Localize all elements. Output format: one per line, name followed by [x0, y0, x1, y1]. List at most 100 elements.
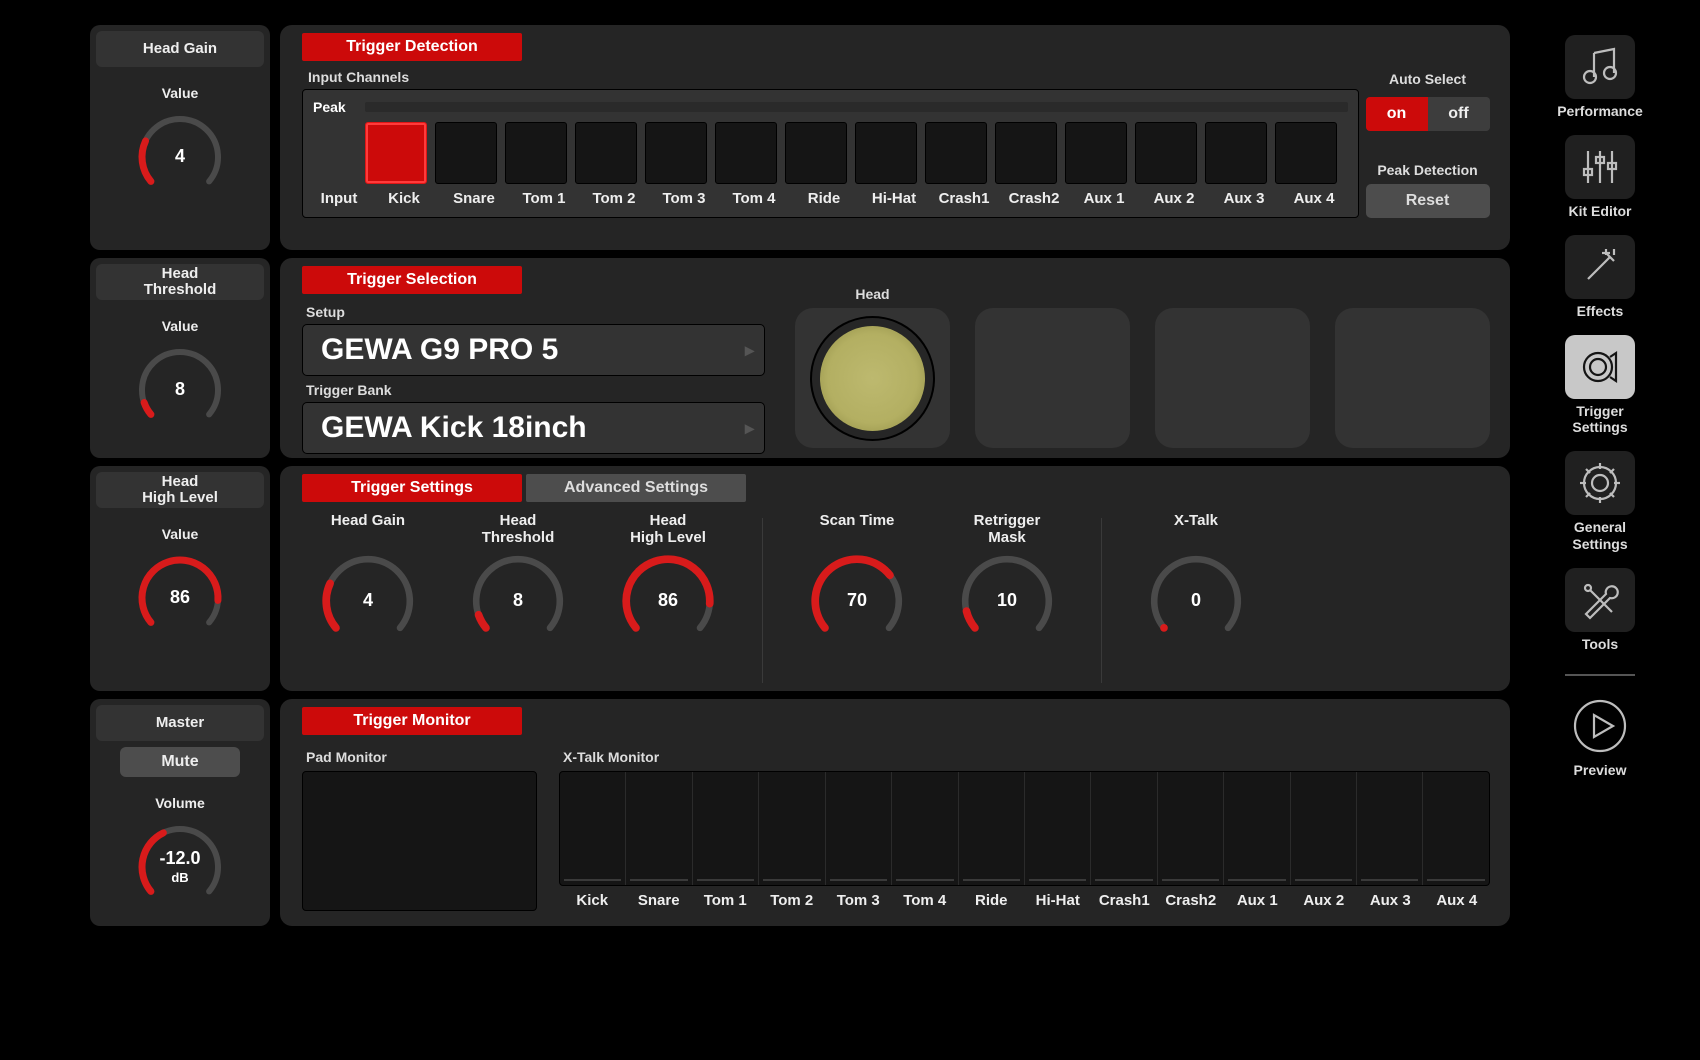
channel-cell[interactable]	[1205, 122, 1267, 184]
xtalk-cell	[1224, 772, 1290, 885]
xtalk-channel-label: Crash2	[1158, 892, 1225, 909]
left-column: Head Gain Value 4 Head Threshold Value 8…	[90, 25, 270, 985]
auto-select-off[interactable]: off	[1428, 97, 1490, 131]
panel-trigger-detection: Trigger Detection Input Channels Peak In…	[280, 25, 1510, 250]
pad-monitor-label: Pad Monitor	[306, 749, 537, 765]
panel-title: Head High Level	[96, 472, 264, 508]
xtalk-cell	[892, 772, 958, 885]
auto-select-on[interactable]: on	[1366, 97, 1428, 131]
channel-cell[interactable]	[995, 122, 1057, 184]
xtalk-channel-label: Aux 4	[1424, 892, 1491, 909]
xtalk-channel-label: Kick	[559, 892, 626, 909]
channel-cell[interactable]	[435, 122, 497, 184]
wand-icon	[1565, 235, 1635, 299]
nav-effects[interactable]: Effects	[1530, 235, 1670, 319]
nav-trigger-settings[interactable]: Trigger Settings	[1530, 335, 1670, 435]
panel-title: Head Gain	[96, 31, 264, 67]
channel-label: Tom 3	[653, 190, 715, 207]
tab-trigger-settings[interactable]: Trigger Settings	[302, 474, 522, 502]
knob-label: Head High Level	[630, 512, 706, 546]
knob-head-high-level[interactable]: 86	[96, 548, 264, 648]
knob-label: Scan Time	[820, 512, 895, 546]
knob-head-threshold[interactable]: 8	[463, 546, 573, 656]
channel-cell[interactable]	[715, 122, 777, 184]
channel-cell[interactable]	[785, 122, 847, 184]
pad-slot-empty[interactable]	[975, 308, 1130, 448]
knob-head-high-level[interactable]: 86	[613, 546, 723, 656]
drum-trigger-icon	[1565, 335, 1635, 399]
trigger-bank-value: GEWA Kick 18inch	[321, 411, 587, 445]
pad-slot-empty[interactable]	[1335, 308, 1490, 448]
knob-xtalk[interactable]: 0	[1141, 546, 1251, 656]
knob-head-gain[interactable]: 4	[313, 546, 423, 656]
knob-label: Retrigger Mask	[974, 512, 1041, 546]
knob-retrigger-mask[interactable]: 10	[952, 546, 1062, 656]
tools-icon	[1565, 568, 1635, 632]
channel-cell[interactable]	[505, 122, 567, 184]
xtalk-channel-label: Tom 3	[825, 892, 892, 909]
channel-label: Tom 2	[583, 190, 645, 207]
nav-preview[interactable]: Preview	[1530, 694, 1670, 778]
nav-general-settings[interactable]: General Settings	[1530, 451, 1670, 551]
reset-button[interactable]: Reset	[1366, 184, 1490, 218]
knob-scan-time[interactable]: 70	[802, 546, 912, 656]
pad-slot-empty[interactable]	[1155, 308, 1310, 448]
channel-cell[interactable]	[1275, 122, 1337, 184]
peak-label: Peak	[313, 99, 361, 115]
xtalk-cell	[1025, 772, 1091, 885]
panel-trigger-selection: Trigger Selection Setup GEWA G9 PRO 5 ▸ …	[280, 258, 1510, 458]
panel-title: Head Threshold	[96, 264, 264, 300]
chevron-right-icon: ▸	[745, 418, 754, 439]
drumhead-icon	[820, 326, 925, 431]
knob-label: Head Gain	[331, 512, 405, 546]
channel-cell[interactable]	[645, 122, 707, 184]
knob-label: X-Talk	[1174, 512, 1218, 546]
auto-select-toggle[interactable]: on off	[1366, 97, 1490, 131]
trigger-bank-label: Trigger Bank	[306, 382, 765, 398]
auto-select-label: Auto Select	[1389, 71, 1466, 87]
setup-select[interactable]: GEWA G9 PRO 5 ▸	[302, 324, 765, 376]
knob-head-threshold[interactable]: 8	[96, 340, 264, 440]
nav-tools[interactable]: Tools	[1530, 568, 1670, 652]
trigger-bank-select[interactable]: GEWA Kick 18inch ▸	[302, 402, 765, 454]
xtalk-cell	[626, 772, 692, 885]
xtalk-cell	[1357, 772, 1423, 885]
xtalk-cell	[1091, 772, 1157, 885]
panel-trigger-settings: Trigger Settings Advanced Settings Head …	[280, 466, 1510, 691]
channel-cell[interactable]	[1065, 122, 1127, 184]
channel-label: Kick	[373, 190, 435, 207]
xtalk-cell	[759, 772, 825, 885]
channel-cell[interactable]	[855, 122, 917, 184]
channel-cell[interactable]	[925, 122, 987, 184]
channel-cell[interactable]	[1135, 122, 1197, 184]
channel-label: Snare	[443, 190, 505, 207]
channel-label: Hi-Hat	[863, 190, 925, 207]
channel-cell[interactable]	[365, 122, 427, 184]
knob-head-gain[interactable]: 4	[96, 107, 264, 207]
xtalk-cell	[959, 772, 1025, 885]
xtalk-channel-label: Tom 2	[759, 892, 826, 909]
xtalk-cell	[826, 772, 892, 885]
channel-label: Ride	[793, 190, 855, 207]
pad-monitor	[302, 771, 537, 911]
knob-master-volume[interactable]: -12.0dB	[96, 817, 264, 917]
input-channels-grid: Peak InputKickSnareTom 1Tom 2Tom 3Tom 4R…	[302, 89, 1359, 218]
pad-head-slot[interactable]: Head	[795, 286, 950, 448]
divider	[1101, 518, 1102, 683]
panel-head-threshold: Head Threshold Value 8	[90, 258, 270, 458]
mute-button[interactable]: Mute	[120, 747, 240, 777]
panel-head-gain: Head Gain Value 4	[90, 25, 270, 250]
channel-cell[interactable]	[575, 122, 637, 184]
xtalk-channel-label: Crash1	[1091, 892, 1158, 909]
divider	[762, 518, 763, 683]
play-icon	[1565, 694, 1635, 758]
panel-master: Master Mute Volume -12.0dB	[90, 699, 270, 926]
nav-performance[interactable]: Performance	[1530, 35, 1670, 119]
channel-label: Crash1	[933, 190, 995, 207]
nav-kit-editor[interactable]: Kit Editor	[1530, 135, 1670, 219]
tab-advanced-settings[interactable]: Advanced Settings	[526, 474, 746, 502]
setup-label: Setup	[306, 304, 765, 320]
xtalk-channel-label: Tom 4	[892, 892, 959, 909]
knob-label: Head Threshold	[482, 512, 555, 546]
channel-label: Tom 1	[513, 190, 575, 207]
